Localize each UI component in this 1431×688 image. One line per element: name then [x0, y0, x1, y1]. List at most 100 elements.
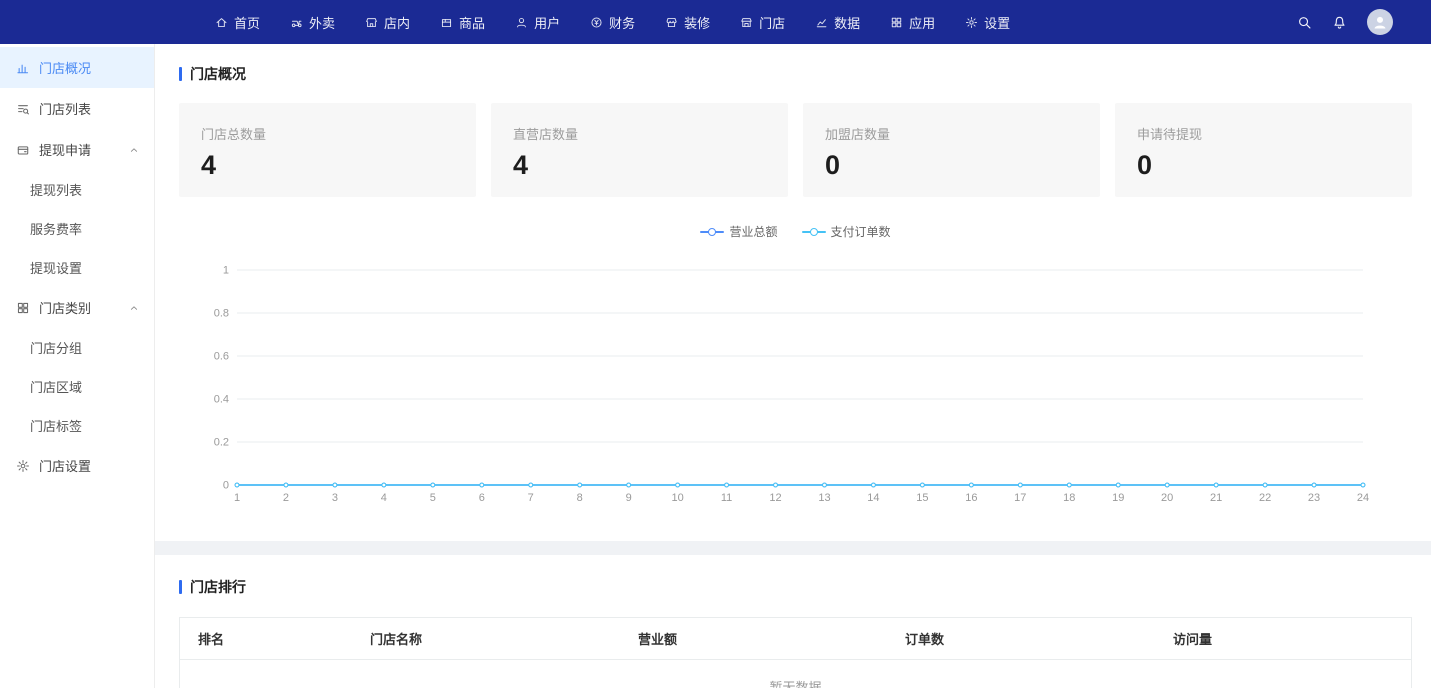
- list-search-icon: [16, 102, 30, 116]
- top-header: 首页 外卖 店内 商品 用户 财务 装修门店 数据应用设置: [0, 0, 1431, 44]
- svg-text:5: 5: [430, 492, 436, 504]
- takeout-icon: [290, 16, 303, 29]
- nav-item-财务[interactable]: 财务: [575, 0, 650, 44]
- svg-text:0.4: 0.4: [214, 394, 229, 406]
- svg-text:18: 18: [1063, 492, 1075, 504]
- sidebar-item-label: 门店概况: [39, 58, 91, 77]
- sidebar-item-门店列表[interactable]: 门店列表: [0, 88, 154, 129]
- legend-marker-icon: [700, 227, 724, 236]
- sidebar-item-门店类别[interactable]: 门店类别: [0, 287, 154, 328]
- sidebar-item-label: 门店设置: [39, 456, 91, 475]
- search-icon[interactable]: [1297, 15, 1312, 30]
- stat-card-申请待提现: 申请待提现0: [1115, 103, 1412, 197]
- svg-text:11: 11: [721, 492, 732, 504]
- chart-bar-icon: [16, 61, 30, 75]
- topnav-menu: 首页 外卖 店内 商品 用户 财务 装修门店 数据应用设置: [200, 0, 1297, 44]
- nav-item-用户[interactable]: 用户: [500, 0, 575, 44]
- sidebar-item-门店概况[interactable]: 门店概况: [0, 47, 154, 88]
- svg-text:21: 21: [1210, 492, 1222, 504]
- sidebar-subitem-服务费率[interactable]: 服务费率: [0, 209, 154, 248]
- svg-text:0.2: 0.2: [214, 437, 229, 449]
- chevron-up-icon: [128, 144, 140, 156]
- sidebar-item-门店设置[interactable]: 门店设置: [0, 445, 154, 486]
- nav-item-label: 财务: [609, 13, 635, 32]
- data-icon: [815, 16, 828, 29]
- title-accent-bar: [179, 67, 182, 81]
- nav-item-label: 商品: [459, 13, 485, 32]
- sidebar-subitem-门店区域[interactable]: 门店区域: [0, 367, 154, 406]
- svg-text:24: 24: [1357, 492, 1369, 504]
- stat-label: 加盟店数量: [825, 124, 1078, 143]
- sidebar-item-label: 提现申请: [39, 140, 91, 159]
- sidebar-item-提现申请[interactable]: 提现申请: [0, 129, 154, 170]
- svg-text:10: 10: [671, 492, 683, 504]
- nav-item-label: 装修: [684, 13, 710, 32]
- svg-text:0.8: 0.8: [214, 308, 229, 320]
- finance-icon: [590, 16, 603, 29]
- stat-card-门店总数量: 门店总数量4: [179, 103, 476, 197]
- legend-label: 支付订单数: [831, 223, 891, 240]
- overview-panel: 门店概况 门店总数量4直营店数量4加盟店数量0申请待提现0 营业总额支付订单数 …: [155, 44, 1431, 541]
- stat-card-加盟店数量: 加盟店数量 0: [803, 103, 1100, 197]
- sidebar-subitem-提现列表[interactable]: 提现列表: [0, 170, 154, 209]
- nav-item-label: 外卖: [309, 13, 335, 32]
- stat-value: 4: [201, 150, 454, 181]
- stat-value: 4: [513, 150, 766, 181]
- nav-item-装修[interactable]: 装修: [650, 0, 725, 44]
- overview-section-title: 门店概况: [179, 64, 1412, 84]
- svg-text:7: 7: [528, 492, 534, 504]
- stat-value: 0: [825, 150, 1078, 181]
- nav-item-首页[interactable]: 首页: [200, 0, 275, 44]
- column-header-访问量: 访问量: [1155, 618, 1411, 660]
- svg-text:2: 2: [283, 492, 289, 504]
- nav-item-应用[interactable]: 应用: [875, 0, 950, 44]
- nav-item-label: 店内: [384, 13, 410, 32]
- category-icon: [16, 301, 30, 315]
- chart-canvas: 00.20.40.60.8112345678910111213141516171…: [179, 250, 1412, 512]
- legend-item-支付订单数[interactable]: 支付订单数: [802, 223, 891, 240]
- settings-icon: [965, 16, 978, 29]
- bell-icon[interactable]: [1332, 15, 1347, 30]
- avatar[interactable]: [1367, 9, 1393, 35]
- main-content: 门店概况 门店总数量4直营店数量4加盟店数量0申请待提现0 营业总额支付订单数 …: [155, 44, 1431, 688]
- svg-text:15: 15: [916, 492, 928, 504]
- nav-item-门店[interactable]: 门店: [725, 0, 800, 44]
- ranking-title: 门店排行: [190, 577, 246, 597]
- ranking-table: 排名门店名称营业额订单数访问量 暂无数据: [179, 617, 1412, 688]
- legend-label: 营业总额: [729, 223, 777, 240]
- nav-item-数据[interactable]: 数据: [800, 0, 875, 44]
- sidebar-item-label: 门店类别: [39, 298, 91, 317]
- logo-area: [0, 0, 200, 44]
- sidebar-subitem-门店分组[interactable]: 门店分组: [0, 328, 154, 367]
- legend-item-营业总额[interactable]: 营业总额: [700, 223, 777, 240]
- home-icon: [215, 16, 228, 29]
- svg-text:0: 0: [223, 480, 229, 492]
- store-icon: [740, 16, 753, 29]
- ranking-section-title: 门店排行: [179, 577, 1412, 597]
- column-header-排名: 排名: [180, 618, 352, 660]
- column-header-营业额: 营业额: [620, 618, 887, 660]
- nav-item-外卖[interactable]: 外卖: [275, 0, 350, 44]
- svg-text:3: 3: [332, 492, 338, 504]
- svg-text:1: 1: [234, 492, 240, 504]
- nav-item-店内[interactable]: 店内: [350, 0, 425, 44]
- svg-text:23: 23: [1308, 492, 1320, 504]
- wallet-icon: [16, 143, 30, 157]
- gear-icon: [16, 459, 30, 473]
- sidebar-item-label: 门店列表: [39, 99, 91, 118]
- sidebar-subitem-门店标签[interactable]: 门店标签: [0, 406, 154, 445]
- nav-item-label: 数据: [834, 13, 860, 32]
- nav-item-商品[interactable]: 商品: [425, 0, 500, 44]
- nav-item-设置[interactable]: 设置: [950, 0, 1025, 44]
- title-accent-bar: [179, 580, 182, 594]
- svg-text:12: 12: [769, 492, 781, 504]
- svg-text:9: 9: [626, 492, 632, 504]
- nav-item-label: 用户: [534, 13, 560, 32]
- empty-state: 暂无数据: [180, 660, 1411, 688]
- stat-value: 0: [1137, 150, 1390, 181]
- decorate-icon: [665, 16, 678, 29]
- nav-item-label: 首页: [234, 13, 260, 32]
- ranking-header-row: 排名门店名称营业额订单数访问量: [180, 618, 1411, 660]
- sidebar-subitem-提现设置[interactable]: 提现设置: [0, 248, 154, 287]
- instore-icon: [365, 16, 378, 29]
